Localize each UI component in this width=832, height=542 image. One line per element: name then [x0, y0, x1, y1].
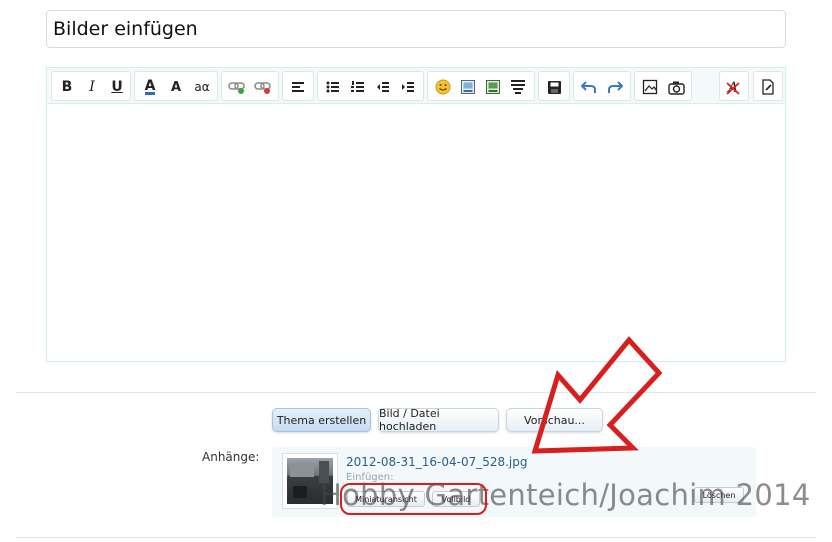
upload-file-button[interactable]: Bild / Datei hochladen	[378, 407, 499, 433]
bullet-list-icon	[326, 81, 339, 93]
link-icon	[228, 82, 245, 94]
bold-button[interactable]: B	[56, 76, 78, 98]
attachments-label: Anhänge:	[202, 450, 260, 464]
unordered-list-button[interactable]	[322, 76, 344, 98]
align-left-icon	[292, 82, 304, 92]
toolbar-group-history	[573, 71, 631, 101]
annotation-arrow-icon	[531, 336, 663, 454]
annotation-highlight-oval	[340, 483, 487, 515]
editor-content-area[interactable]	[47, 105, 785, 361]
font-color-button[interactable]: A	[139, 76, 161, 98]
toolbar-group-links	[221, 71, 279, 101]
camera-button[interactable]	[665, 76, 687, 98]
create-thread-button[interactable]: Thema erstellen	[272, 408, 371, 432]
media-button[interactable]	[482, 76, 504, 98]
outdent-icon	[377, 82, 389, 92]
toolbar-group-lists	[317, 71, 424, 101]
camera-icon	[667, 81, 685, 95]
code-icon	[511, 80, 525, 94]
remove-format-button[interactable]: A	[723, 76, 745, 98]
draft-icon	[762, 79, 774, 95]
align-button[interactable]	[287, 76, 309, 98]
outdent-button[interactable]	[372, 76, 394, 98]
floppy-disk-icon	[547, 80, 561, 94]
font-color-icon: A	[144, 77, 156, 95]
toolbar-group-remove-format: A	[719, 71, 749, 101]
rich-text-editor[interactable]: B I U A A aα	[46, 67, 786, 362]
toolbar-group-align	[282, 71, 314, 101]
picture-icon	[642, 79, 658, 95]
editor-toolbar: B I U A A aα	[47, 68, 785, 104]
insert-image-button[interactable]	[639, 76, 661, 98]
indent-button[interactable]	[397, 76, 419, 98]
toolbar-group-save	[538, 71, 570, 101]
toolbar-group-text-style: B I U	[51, 71, 131, 101]
draft-button[interactable]	[757, 76, 779, 98]
undo-icon	[581, 81, 596, 93]
thread-title-input[interactable]	[46, 10, 786, 48]
underline-button[interactable]: U	[106, 76, 128, 98]
smilies-button[interactable]	[432, 76, 454, 98]
code-button[interactable]	[507, 76, 529, 98]
form-separator	[16, 392, 816, 393]
font-size-button[interactable]: A	[165, 76, 187, 98]
unlink-button[interactable]	[252, 76, 274, 98]
unlink-icon	[254, 82, 271, 94]
image-button[interactable]	[457, 76, 479, 98]
save-button[interactable]	[543, 76, 565, 98]
ordered-list-button[interactable]	[347, 76, 369, 98]
smiley-icon	[435, 79, 451, 95]
link-button[interactable]	[226, 76, 248, 98]
font-family-button[interactable]: aα	[191, 76, 213, 98]
toolbar-group-insert	[427, 71, 535, 101]
bottom-separator	[16, 537, 816, 538]
redo-icon	[608, 81, 623, 93]
attachment-filename-link[interactable]: 2012-08-31_16-04-07_528.jpg	[346, 455, 528, 469]
remove-format-icon: A	[726, 80, 740, 95]
toolbar-group-attach	[634, 71, 692, 101]
image-icon	[461, 80, 475, 94]
toolbar-group-draft	[753, 71, 783, 101]
numbered-list-icon	[351, 81, 364, 92]
italic-button[interactable]: I	[81, 76, 103, 98]
media-icon	[486, 80, 500, 94]
indent-icon	[402, 82, 414, 92]
undo-button[interactable]	[578, 76, 600, 98]
redo-button[interactable]	[604, 76, 626, 98]
toolbar-group-font: A A aα	[134, 71, 218, 101]
